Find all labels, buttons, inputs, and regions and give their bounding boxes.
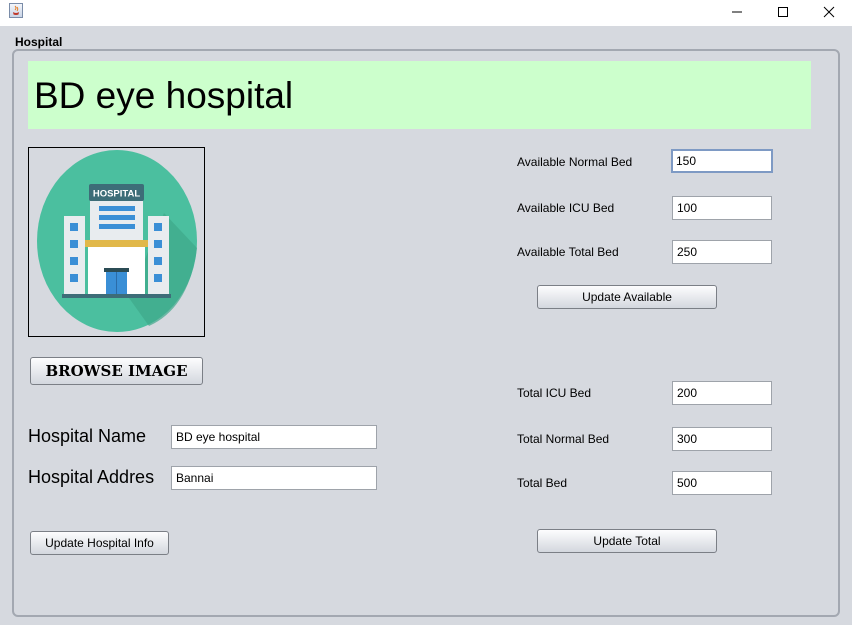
total-normal-bed-field[interactable] bbox=[672, 427, 772, 451]
minimize-icon bbox=[732, 11, 742, 13]
update-total-button[interactable]: Update Total bbox=[537, 529, 717, 553]
browse-image-button[interactable]: BROWSE IMAGE bbox=[30, 357, 203, 385]
hospital-name-field[interactable] bbox=[171, 425, 377, 449]
available-normal-bed-label: Available Normal Bed bbox=[517, 155, 633, 169]
available-icu-bed-field[interactable] bbox=[672, 196, 772, 220]
available-total-bed-label: Available Total Bed bbox=[517, 245, 619, 259]
hospital-address-label: Hospital Addres bbox=[28, 467, 155, 487]
hospital-image-box: HOSPITAL bbox=[28, 147, 205, 337]
window-titlebar bbox=[0, 0, 852, 26]
available-total-bed-field[interactable] bbox=[672, 240, 772, 264]
total-normal-bed-label: Total Normal Bed bbox=[517, 432, 610, 446]
hospital-address-field[interactable] bbox=[171, 466, 377, 490]
hospital-banner: BD eye hospital bbox=[28, 61, 811, 129]
frame-title: Hospital bbox=[15, 35, 63, 49]
hospital-building-icon: HOSPITAL bbox=[37, 150, 197, 332]
available-icu-bed-label: Available ICU Bed bbox=[517, 201, 615, 215]
update-available-button[interactable]: Update Available bbox=[537, 285, 717, 309]
banner-title: BD eye hospital bbox=[34, 75, 294, 116]
close-icon bbox=[823, 6, 835, 18]
available-normal-bed-field[interactable] bbox=[671, 149, 773, 173]
close-button[interactable] bbox=[806, 0, 852, 24]
update-hospital-info-button[interactable]: Update Hospital Info bbox=[30, 531, 169, 555]
maximize-icon bbox=[778, 7, 788, 17]
minimize-button[interactable] bbox=[714, 0, 760, 24]
total-icu-bed-field[interactable] bbox=[672, 381, 772, 405]
maximize-button[interactable] bbox=[760, 0, 806, 24]
total-icu-bed-label: Total ICU Bed bbox=[517, 386, 592, 400]
hospital-sign-text: HOSPITAL bbox=[93, 189, 141, 200]
total-bed-label: Total Bed bbox=[517, 476, 568, 490]
total-bed-field[interactable] bbox=[672, 471, 772, 495]
java-app-icon bbox=[9, 3, 23, 18]
hospital-name-label: Hospital Name bbox=[28, 426, 147, 446]
